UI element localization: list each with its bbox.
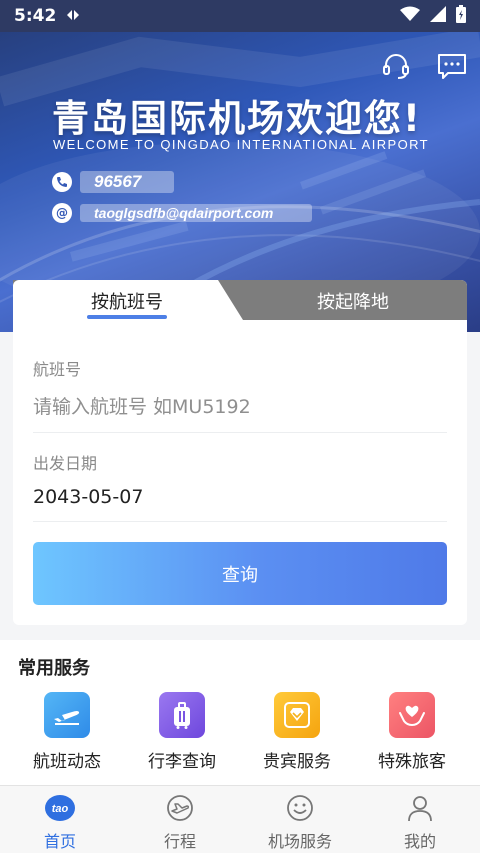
profile-icon	[404, 792, 436, 824]
flight-number-label: 航班号	[33, 360, 82, 379]
luggage-icon	[159, 692, 205, 738]
service-label: 贵宾服务	[263, 752, 331, 772]
tab-by-flight-number-label[interactable]: 按航班号	[13, 288, 241, 314]
banner-subtitle: WELCOME TO QINGDAO INTERNATIONAL AIRPORT	[53, 137, 429, 152]
email-row: @ taoglgsdfb@qdairport.com	[52, 203, 312, 223]
wifi-icon	[400, 6, 420, 27]
divider	[33, 521, 447, 522]
airplane-icon	[44, 692, 90, 738]
departure-date-field[interactable]: 出发日期 2043-05-07	[33, 450, 447, 508]
hotline-number[interactable]: 96567	[80, 171, 174, 193]
common-services-section: 常用服务 航班动态 行李查询 贵宾服务 特殊旅客	[0, 640, 480, 785]
flight-search-card: 按航班号 按起降地 航班号 请输入航班号 如MU5192 出发日期 2043-0…	[13, 280, 467, 625]
nav-label: 行程	[163, 832, 196, 851]
divider	[33, 432, 447, 433]
search-tabs: 按航班号 按起降地	[13, 280, 467, 320]
itinerary-icon	[164, 792, 196, 824]
nav-itinerary[interactable]: 行程	[120, 792, 240, 852]
departure-date-value[interactable]: 2043-05-07	[33, 486, 447, 508]
flight-number-field[interactable]: 航班号 请输入航班号 如MU5192	[33, 356, 447, 419]
nav-profile[interactable]: 我的	[360, 792, 480, 852]
nav-label: 机场服务	[267, 832, 332, 851]
services-title: 常用服务	[18, 658, 90, 679]
message-icon[interactable]	[436, 50, 468, 82]
email-icon: @	[52, 203, 72, 223]
flight-number-input[interactable]: 请输入航班号 如MU5192	[33, 392, 447, 419]
tab-by-route-label[interactable]: 按起降地	[253, 288, 453, 314]
hotline-row: 96567	[52, 171, 174, 193]
phone-icon	[52, 172, 72, 192]
service-label: 航班动态	[33, 752, 101, 772]
service-baggage-query[interactable]: 行李查询	[132, 692, 232, 772]
svg-text:tao: tao	[52, 803, 69, 815]
data-saver-icon	[66, 6, 80, 26]
diamond-icon	[274, 692, 320, 738]
nav-label: 首页	[43, 832, 76, 851]
nav-label: 我的	[403, 832, 436, 851]
service-special-passenger[interactable]: 特殊旅客	[362, 692, 462, 772]
nav-airport-services[interactable]: 机场服务	[240, 792, 360, 852]
active-tab-indicator	[87, 315, 167, 319]
service-label: 特殊旅客	[378, 752, 446, 772]
signal-icon	[430, 5, 446, 27]
care-heart-icon	[389, 692, 435, 738]
tao-home-icon: tao	[44, 792, 76, 824]
status-bar: 5:42	[0, 0, 480, 32]
email-address[interactable]: taoglgsdfb@qdairport.com	[80, 204, 312, 222]
bottom-navigation: tao 首页 行程 机场服务 我的	[0, 785, 480, 853]
service-vip[interactable]: 贵宾服务	[247, 692, 347, 772]
query-button[interactable]: 查询	[33, 542, 447, 605]
service-label: 行李查询	[148, 752, 216, 772]
battery-icon	[456, 4, 466, 28]
banner-title: 青岛国际机场欢迎您!	[52, 97, 422, 140]
nav-home[interactable]: tao 首页	[0, 792, 120, 852]
smiley-icon	[284, 792, 316, 824]
headset-icon[interactable]	[380, 50, 412, 82]
service-flight-status[interactable]: 航班动态	[17, 692, 117, 772]
status-time: 5:42	[14, 6, 57, 26]
departure-date-label: 出发日期	[33, 454, 98, 473]
